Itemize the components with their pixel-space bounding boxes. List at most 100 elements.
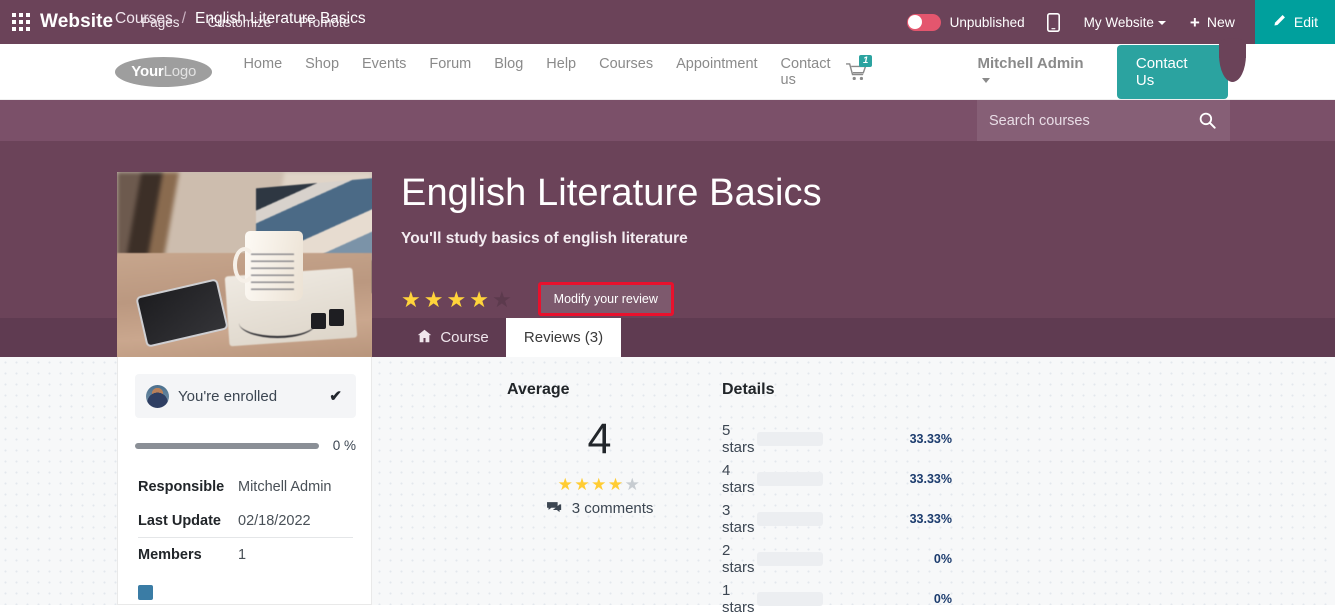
- info-value: Mitchell Admin: [238, 479, 332, 495]
- new-button[interactable]: + New: [1190, 14, 1235, 31]
- publish-state-label: Unpublished: [949, 14, 1025, 30]
- apps-grid-icon[interactable]: [12, 13, 30, 31]
- breadcrumb: Courses / English Literature Basics: [115, 10, 366, 28]
- rating-row-bar: [757, 472, 824, 486]
- search-icon[interactable]: [1199, 112, 1216, 129]
- search-input[interactable]: [989, 112, 1179, 129]
- rating-row-percent: 0%: [933, 552, 952, 566]
- star-icon: ★: [401, 287, 421, 312]
- star-icon: ★: [624, 475, 642, 494]
- rating-row-3-stars: 3 stars 33.33%: [722, 502, 952, 536]
- rating-row-bar: [757, 592, 824, 606]
- site-logo[interactable]: Your Logo: [115, 56, 213, 87]
- rating-row-percent: 33.33%: [909, 512, 952, 526]
- plus-icon: +: [1189, 12, 1200, 32]
- sidebar-divider: [138, 537, 353, 538]
- info-value: 02/18/2022: [238, 513, 311, 529]
- breadcrumb-courses-link[interactable]: Courses: [115, 10, 173, 27]
- tab-reviews-label: Reviews (3): [523, 329, 604, 346]
- star-icon: ★: [607, 475, 625, 494]
- star-icon: ★: [557, 475, 575, 494]
- sidebar-attachment-row[interactable]: [138, 585, 160, 600]
- user-menu-dropdown[interactable]: Mitchell Admin: [977, 55, 1094, 89]
- chevron-down-icon: [1157, 20, 1166, 25]
- rating-row-5-stars: 5 stars 33.33%: [722, 422, 952, 456]
- enrolled-label: You're enrolled: [178, 387, 278, 405]
- rating-row-label: 3 stars: [722, 502, 755, 536]
- breadcrumb-current: English Literature Basics: [195, 10, 366, 27]
- pencil-icon: [1272, 14, 1286, 31]
- info-row-members: Members 1: [138, 547, 353, 563]
- edit-button-label: Edit: [1293, 14, 1318, 30]
- site-header: Your Logo Home Shop Events Forum Blog Hel…: [0, 44, 1335, 100]
- hero-star-rating[interactable]: ★ ★ ★ ★ ★: [401, 289, 512, 311]
- edit-button[interactable]: Edit: [1254, 0, 1335, 44]
- rating-row-bar: [757, 512, 824, 526]
- page-subtitle: You'll study basics of english literatur…: [401, 230, 688, 247]
- course-cover-image: [117, 172, 372, 357]
- tab-course[interactable]: Course: [392, 318, 514, 357]
- rating-row-4-stars: 4 stars 33.33%: [722, 462, 952, 496]
- comments-icon: [546, 500, 566, 517]
- cart-count-badge: 1: [859, 54, 872, 68]
- my-website-label: My Website: [1083, 14, 1154, 30]
- app-title: Website: [40, 11, 114, 32]
- user-menu-label: Mitchell Admin: [977, 54, 1084, 72]
- comments-link[interactable]: 3 comments: [507, 500, 692, 517]
- nav-item-help[interactable]: Help: [546, 56, 576, 88]
- rating-row-label: 4 stars: [722, 462, 755, 496]
- logo-bold-text: Your: [131, 63, 164, 80]
- enrolled-banner: You're enrolled ✔: [135, 374, 356, 418]
- chevron-down-icon: [982, 78, 991, 84]
- shopping-cart-icon[interactable]: 1: [846, 54, 872, 81]
- nav-item-appointment[interactable]: Appointment: [676, 56, 757, 88]
- star-icon: ★: [446, 287, 467, 312]
- average-heading: Average: [507, 381, 570, 398]
- average-star-rating: ★★★★★: [507, 475, 692, 495]
- my-website-dropdown[interactable]: My Website: [1084, 15, 1166, 30]
- star-icon: ★: [423, 287, 444, 312]
- rating-row-2-stars: 2 stars 0%: [722, 542, 952, 576]
- contact-us-button[interactable]: Contact Us: [1116, 44, 1228, 99]
- star-icon: ★: [469, 287, 489, 312]
- nav-item-blog[interactable]: Blog: [494, 56, 523, 88]
- document-icon: [138, 585, 153, 600]
- tab-reviews[interactable]: Reviews (3): [506, 318, 621, 357]
- publish-toggle[interactable]: Unpublished: [906, 13, 1025, 31]
- progress-percent-label: 0 %: [332, 438, 356, 453]
- info-value: 1: [238, 547, 247, 563]
- check-icon: ✔: [329, 388, 342, 405]
- header-right-group: 1 Mitchell Admin Contact Us: [846, 44, 1335, 99]
- comments-label: 3 comments: [571, 500, 654, 517]
- nav-item-shop[interactable]: Shop: [305, 56, 339, 88]
- nav-item-contact-us[interactable]: Contact us: [781, 56, 847, 88]
- info-key: Responsible: [138, 479, 225, 495]
- rating-row-label: 1 stars: [722, 582, 755, 616]
- breadcrumb-separator: /: [181, 10, 187, 27]
- site-nav: Home Shop Events Forum Blog Help Courses…: [243, 56, 846, 88]
- average-score: 4: [587, 415, 612, 463]
- nav-item-forum[interactable]: Forum: [429, 56, 471, 88]
- rating-row-label: 5 stars: [722, 422, 755, 456]
- nav-item-courses[interactable]: Courses: [599, 56, 653, 88]
- nav-item-home[interactable]: Home: [243, 56, 282, 88]
- star-icon: ★: [574, 475, 592, 494]
- course-progress-row: 0 %: [135, 438, 356, 453]
- rating-row-bar: [757, 552, 824, 566]
- rating-row-percent: 33.33%: [909, 432, 952, 446]
- topbar-right-group: Unpublished My Website + New Edit: [906, 0, 1335, 44]
- course-sidebar: You're enrolled ✔ 0 % Responsible Mitche…: [117, 357, 372, 605]
- star-icon: ★: [491, 287, 512, 312]
- info-row-last-update: Last Update 02/18/2022: [138, 513, 353, 529]
- home-icon: [417, 329, 432, 347]
- nav-item-events[interactable]: Events: [362, 56, 406, 88]
- logo-light-text: Logo: [163, 63, 197, 80]
- user-avatar: [146, 384, 169, 408]
- modify-your-review-button[interactable]: Modify your review: [537, 282, 674, 316]
- hero-rating-row: ★ ★ ★ ★ ★ Modify your review: [401, 282, 674, 317]
- publish-switch-icon[interactable]: [906, 13, 941, 31]
- mobile-preview-icon[interactable]: [1046, 12, 1060, 32]
- search-courses-box[interactable]: [977, 100, 1230, 141]
- rating-row-percent: 33.33%: [909, 472, 952, 486]
- rating-row-bar: [757, 432, 824, 446]
